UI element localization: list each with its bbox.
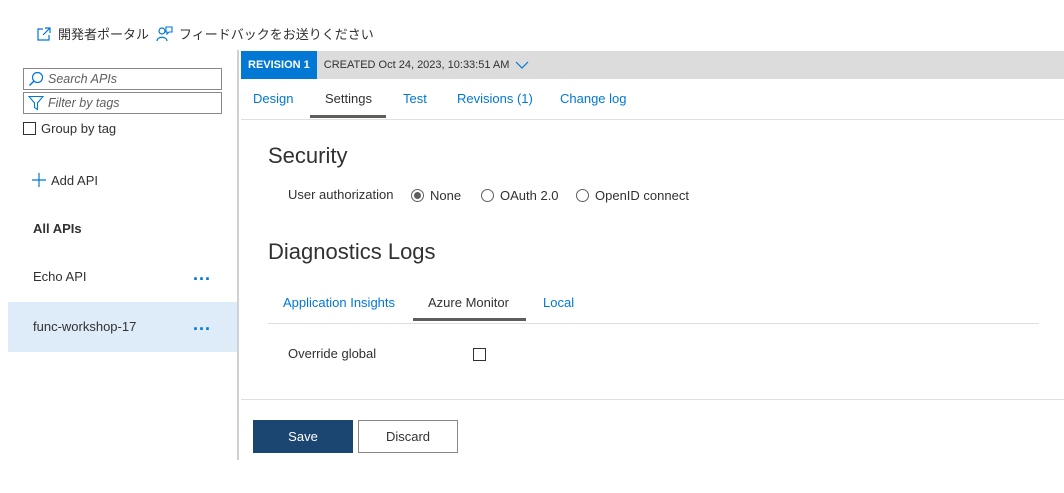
discard-button[interactable]: Discard [358,420,458,453]
override-global-label: Override global [288,346,377,361]
tab-local[interactable]: Local [543,295,574,310]
revision-dropdown[interactable]: CREATED Oct 24, 2023, 10:33:51 AM [324,59,530,71]
api-tabs: Design Settings Test Revisions (1) Chang… [241,79,1064,120]
revision-created-label: CREATED Oct 24, 2023, 10:33:51 AM [323,59,510,71]
radio-openid[interactable]: OpenID connect [576,188,689,203]
more-options-icon[interactable]: ... [193,265,211,283]
api-name: func-workshop-17 [33,319,137,334]
tab-revisions[interactable]: Revisions (1) [457,91,533,106]
search-icon [29,71,44,86]
save-button[interactable]: Save [253,420,353,453]
more-options-icon[interactable]: ... [193,315,211,333]
tab-azure-monitor[interactable]: Azure Monitor [428,295,509,310]
active-subtab-indicator [413,318,526,321]
security-heading: Security [268,143,348,168]
radio-selected-icon[interactable] [411,189,424,202]
diagnostics-tabs: Application Insights Azure Monitor Local [268,286,1039,324]
api-list-item[interactable]: Echo API ... [8,252,237,302]
plus-icon [32,173,46,187]
add-api-button[interactable]: Add API [31,172,98,188]
radio-oauth-label: OAuth 2.0 [500,188,559,203]
search-apis-box[interactable] [23,68,222,90]
footer-divider [241,399,1064,400]
tab-application-insights[interactable]: Application Insights [283,295,395,310]
external-link-icon [37,26,51,41]
active-tab-indicator [310,115,386,118]
feedback-link[interactable]: フィードバックをお送りください [156,24,374,43]
filter-tags-box[interactable] [23,92,222,114]
radio-empty-icon[interactable] [576,189,589,202]
filter-tags-input[interactable] [48,96,218,110]
override-global-checkbox[interactable] [473,348,486,361]
tab-test[interactable]: Test [403,91,427,106]
tab-change-log[interactable]: Change log [560,91,627,106]
revision-badge: REVISION 1 [241,51,317,79]
group-by-tag[interactable]: Group by tag [23,121,116,136]
group-by-tag-checkbox[interactable] [23,122,36,135]
api-list-item-selected[interactable]: func-workshop-17 ... [8,302,237,352]
diagnostics-logs-heading: Diagnostics Logs [268,239,436,264]
tab-design[interactable]: Design [253,91,293,106]
radio-oauth[interactable]: OAuth 2.0 [481,188,559,203]
top-toolbar: 開発者ポータル フィードバックをお送りください [0,0,1064,50]
user-authorization-label: User authorization [288,187,394,202]
radio-none-label: None [430,188,462,203]
search-apis-input[interactable] [48,72,218,86]
all-apis-heading[interactable]: All APIs [33,221,82,236]
radio-none[interactable]: None [411,188,461,203]
radio-empty-icon[interactable] [481,189,494,202]
radio-openid-label: OpenID connect [595,188,689,203]
developer-portal-link[interactable]: 開発者ポータル [36,24,149,43]
developer-portal-label: 開発者ポータル [58,27,150,42]
tab-settings[interactable]: Settings [325,91,372,106]
api-name: Echo API [33,269,87,284]
group-by-tag-label: Group by tag [41,121,117,136]
filter-icon [28,95,44,111]
panel-divider[interactable] [237,50,239,460]
revision-bar: REVISION 1 CREATED Oct 24, 2023, 10:33:5… [241,51,1064,79]
add-api-label: Add API [51,172,98,188]
feedback-label: フィードバックをお送りください [179,27,374,42]
chevron-down-icon [515,61,529,69]
feedback-icon [156,25,173,41]
